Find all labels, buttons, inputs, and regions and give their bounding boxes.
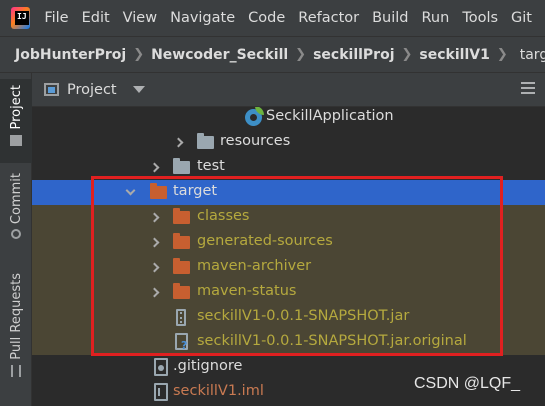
tree-item-seckill-application[interactable]: SeckillApplication <box>32 107 545 130</box>
chevron-right-icon[interactable] <box>170 130 186 155</box>
view-dropdown-icon[interactable] <box>132 86 145 93</box>
tree-item-resources[interactable]: resources <box>32 130 545 155</box>
tool-window-tab-label: Project <box>8 85 24 130</box>
tree-item-label: resources <box>220 133 291 149</box>
gitignore-file-icon <box>154 358 168 376</box>
watermark: CSDN @LQF_ <box>414 375 521 392</box>
tool-window-tab-label: Pull Requests <box>8 273 24 360</box>
menu-tools[interactable]: Tools <box>462 10 498 26</box>
tree-item-label: seckillV1-0.0.1-SNAPSHOT.jar.original <box>197 333 467 349</box>
menu-refactor[interactable]: Refactor <box>298 10 359 26</box>
tree-item-classes[interactable]: classes <box>32 205 545 230</box>
tool-window-tab-label: Commit <box>8 173 24 225</box>
tree-item-generated-sources[interactable]: generated-sources <box>32 230 545 255</box>
tree-item-maven-status[interactable]: maven-status <box>32 280 545 305</box>
chevron-right-icon[interactable] <box>146 280 162 305</box>
breadcrumb: JobHunterProj ❯ Newcoder_Seckill ❯ secki… <box>0 36 545 73</box>
breadcrumb-separator-icon: ❯ <box>401 47 413 62</box>
excluded-folder-icon <box>150 183 167 199</box>
breadcrumb-separator-icon: ❯ <box>295 47 307 62</box>
tree-item-label: test <box>197 158 225 174</box>
collapse-all-icon[interactable] <box>521 82 535 98</box>
breadcrumb-item-jobhunterproj[interactable]: JobHunterProj <box>15 47 126 63</box>
chevron-right-icon[interactable] <box>146 155 162 180</box>
tree-item-label: classes <box>197 208 250 224</box>
commit-icon <box>11 229 21 240</box>
intellij-logo-icon[interactable]: IJ <box>11 7 31 29</box>
tree-item-label: seckillV1.iml <box>173 383 264 399</box>
tree-item-test[interactable]: test <box>32 155 545 180</box>
menu-navigate[interactable]: Navigate <box>170 10 235 26</box>
tool-window-tab-project[interactable]: Project <box>0 79 32 163</box>
tool-window-strip: Project Commit Pull Requests <box>0 73 32 406</box>
excluded-folder-icon <box>173 208 190 224</box>
breadcrumb-item-target[interactable]: target <box>520 47 545 63</box>
menu-code[interactable]: Code <box>248 10 285 26</box>
tool-window-tab-pull-requests[interactable]: Pull Requests <box>0 273 32 391</box>
excluded-folder-icon <box>173 283 190 299</box>
tree-item-target[interactable]: target <box>32 180 545 205</box>
menu-build[interactable]: Build <box>372 10 408 26</box>
menu-file[interactable]: File <box>44 10 68 26</box>
breadcrumb-item-seckillv1[interactable]: seckillV1 <box>419 47 489 63</box>
tool-window-tab-commit[interactable]: Commit <box>0 173 32 253</box>
tree-item-label: seckillV1-0.0.1-SNAPSHOT.jar <box>197 308 410 324</box>
breadcrumb-item-seckillproj[interactable]: seckillProj <box>313 47 394 63</box>
breadcrumb-separator-icon: ❯ <box>133 47 145 62</box>
menu-view[interactable]: View <box>123 10 157 26</box>
menu-bar: IJ File Edit View Navigate Code Refactor… <box>0 0 545 36</box>
jar-archive-icon <box>176 309 186 326</box>
project-window-icon <box>44 83 59 96</box>
excluded-folder-icon <box>173 258 190 274</box>
resources-folder-icon <box>197 133 214 149</box>
pull-request-icon <box>11 364 21 377</box>
tree-item-label: .gitignore <box>173 358 243 374</box>
excluded-folder-icon <box>173 233 190 249</box>
menu-run[interactable]: Run <box>422 10 450 26</box>
tree-item-label: maven-archiver <box>197 258 312 274</box>
module-file-icon <box>154 383 168 401</box>
folder-icon <box>173 158 190 174</box>
tree-item-label: SeckillApplication <box>266 108 394 124</box>
tree-item-jar-original[interactable]: ? seckillV1-0.0.1-SNAPSHOT.jar.original <box>32 330 545 355</box>
breadcrumb-separator-icon: ❯ <box>496 47 508 62</box>
tree-item-jar[interactable]: seckillV1-0.0.1-SNAPSHOT.jar <box>32 305 545 330</box>
project-tree: SeckillApplication resources test target… <box>32 107 545 406</box>
tree-item-label: generated-sources <box>197 233 333 249</box>
breadcrumb-item-newcoder-seckill[interactable]: Newcoder_Seckill <box>151 47 288 63</box>
tree-item-maven-archiver[interactable]: maven-archiver <box>32 255 545 280</box>
menu-edit[interactable]: Edit <box>82 10 110 26</box>
panel-title[interactable]: Project <box>67 82 117 98</box>
unknown-file-icon: ? <box>175 333 188 352</box>
menu-git[interactable]: Git <box>511 10 532 26</box>
chevron-right-icon[interactable] <box>146 230 162 255</box>
tree-item-label: maven-status <box>197 283 297 299</box>
chevron-right-icon[interactable] <box>146 205 162 230</box>
project-panel-header: Project <box>32 73 545 107</box>
chevron-right-icon[interactable] <box>146 255 162 280</box>
chevron-down-icon[interactable] <box>122 180 138 205</box>
tree-item-label: target <box>173 183 218 199</box>
folder-icon <box>10 135 22 147</box>
